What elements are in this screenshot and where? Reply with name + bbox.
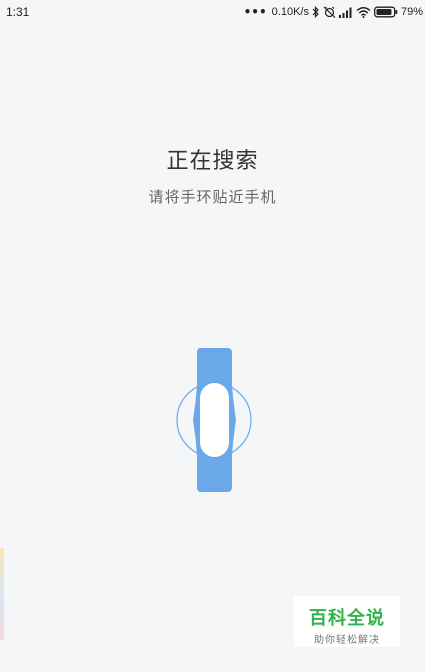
edge-strip <box>0 548 4 640</box>
watermark-logo: 百科全说 助你轻松解决 <box>294 596 400 647</box>
notification-dots: ••• <box>243 5 267 19</box>
page-title: 正在搜索 <box>166 149 259 174</box>
battery-percent: 79% <box>400 6 423 18</box>
status-bar: 1:31 ••• 0.10K/s 79% <box>0 0 425 24</box>
network-speed: 0.10K/s <box>271 6 309 18</box>
bluetooth-icon <box>312 6 320 18</box>
status-time: 1:31 <box>6 5 30 19</box>
wifi-icon <box>356 6 371 18</box>
signal-icon <box>338 7 353 18</box>
watermark-title: 百科全说 <box>309 608 385 629</box>
status-icons: ••• 0.10K/s 79% <box>244 4 423 20</box>
page-subtitle: 请将手环贴近手机 <box>148 188 277 206</box>
wristband-illustration <box>170 345 260 495</box>
battery-icon <box>374 6 398 18</box>
watermark-subtitle: 助你轻松解决 <box>314 635 380 646</box>
alarm-off-icon <box>323 6 336 18</box>
wristband-icon <box>176 348 252 492</box>
